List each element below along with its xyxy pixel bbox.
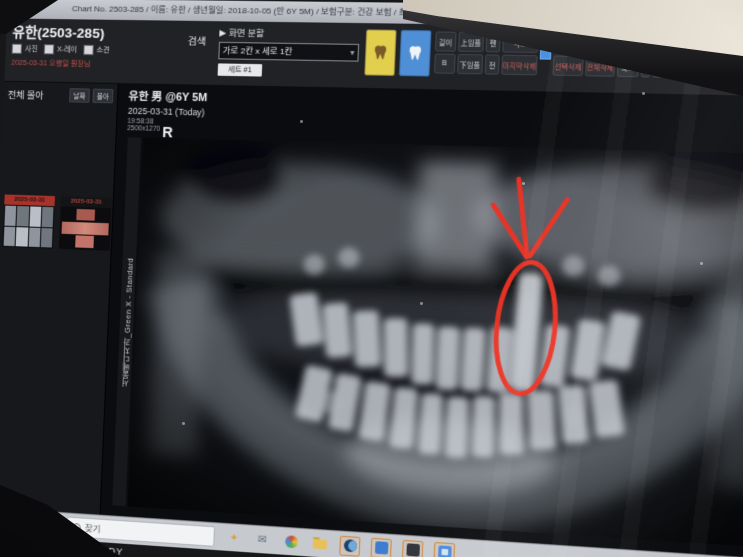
thumbnail-strip: 2025-03-31 2025-03-31 — [2, 194, 112, 251]
thumbnail-photo-montage[interactable]: 2025-03-31 — [58, 196, 112, 251]
search-placeholder: 찾기 — [84, 522, 101, 535]
sidebar: 전체 몰아 날짜 몰아 2025-03-31 2025-03-31 — [0, 81, 119, 516]
filter-checkbox-xray[interactable] — [43, 44, 55, 55]
mail-icon[interactable]: ✉ — [253, 530, 272, 549]
thumbnail-image — [58, 206, 112, 251]
dark-app-icon[interactable] — [401, 539, 424, 557]
search-label[interactable]: 검색 — [187, 33, 206, 48]
overlay-resolution-line: 2500x1270 R — [127, 123, 174, 141]
thumbnail-xray-montage[interactable]: 2025-03-31 — [2, 194, 55, 249]
tooth-tool-yellow-button[interactable] — [364, 29, 397, 76]
screen: Chart No. 2503-285 / 이름: 유한 / 생년월일: 2018… — [0, 0, 743, 557]
sort-by-date-button[interactable]: 날짜 — [69, 88, 90, 103]
blue-app-icon[interactable] — [370, 537, 392, 557]
thumbnail-image — [2, 204, 55, 249]
filter-label-xray: X-레이 — [56, 46, 78, 54]
sidebar-title: 전체 몰아 — [7, 89, 44, 101]
patient-block: 유한(2503-285) 사진 X-레이 소견 2025-03-31 오병일 원… — [11, 21, 184, 71]
folder-icon[interactable] — [310, 534, 329, 553]
filter-row: 사진 X-레이 소견 — [11, 43, 184, 57]
filter-label-photo: 사진 — [24, 45, 38, 54]
app-body: 전체 몰아 날짜 몰아 2025-03-31 2025-03-31 유한 男 @… — [0, 81, 743, 557]
browser-icon[interactable] — [282, 532, 301, 551]
tooth-icon — [374, 45, 387, 60]
patient-name: 유한(2503-285) — [12, 24, 105, 42]
screen-split-label: ▶ 화면 분할 — [219, 27, 265, 39]
delete-last-button[interactable]: 마지막삭제 — [501, 54, 538, 76]
lower-implant-button[interactable]: 下임플 — [456, 53, 484, 75]
photo-app-icon[interactable] — [433, 541, 456, 557]
chevron-down-icon: ▾ — [349, 47, 355, 58]
filter-checkbox-note[interactable] — [83, 44, 94, 56]
monitor: Chart No. 2503-285 / 이름: 유한 / 생년월일: 2018… — [0, 0, 743, 557]
length-tool-button[interactable]: 길이 — [434, 31, 457, 52]
brightness-tool-button[interactable]: B — [433, 53, 456, 74]
panoramic-xray-image[interactable] — [128, 137, 743, 549]
tooth-tool-blue-button[interactable] — [398, 29, 432, 77]
set-chip[interactable]: 세트 #1 — [217, 63, 263, 77]
weather-icon[interactable]: ✦ — [225, 529, 244, 548]
orientation-mark: R — [161, 123, 174, 141]
split-marker-icon: ▶ — [219, 27, 227, 38]
visit-note: 2025-03-31 오병일 원장님 — [11, 59, 91, 69]
screen-split-block: ▶ 화면 분할 가로 2칸 x 세로 1칸 ▾ 세트 #1 — [217, 26, 360, 78]
group-button[interactable]: 몰아 — [92, 88, 114, 104]
overlay-date-line: 2025-03-31 (Today) — [127, 105, 205, 118]
sidebar-header: 전체 몰아 날짜 몰아 — [3, 82, 117, 109]
filter-label-note: 소견 — [96, 47, 110, 55]
split-select[interactable]: 가로 2칸 x 세로 1칸 ▾ — [218, 41, 360, 62]
tooth-icon — [409, 45, 422, 60]
all-tool-button[interactable]: 전 — [484, 54, 500, 75]
photo-of-monitor: Chart No. 2503-285 / 이름: 유한 / 생년월일: 2018… — [0, 0, 743, 557]
overlay-patient-line: 유한 男 @6Y 5M — [128, 90, 208, 105]
filter-checkbox-photo[interactable] — [11, 43, 23, 54]
moon-app-icon[interactable] — [339, 535, 361, 557]
image-overlay-info: 유한 男 @6Y 5M 2025-03-31 (Today) 19:58:38 … — [127, 88, 208, 141]
image-viewer[interactable]: 유한 男 @6Y 5M 2025-03-31 (Today) 19:58:38 … — [100, 84, 743, 557]
